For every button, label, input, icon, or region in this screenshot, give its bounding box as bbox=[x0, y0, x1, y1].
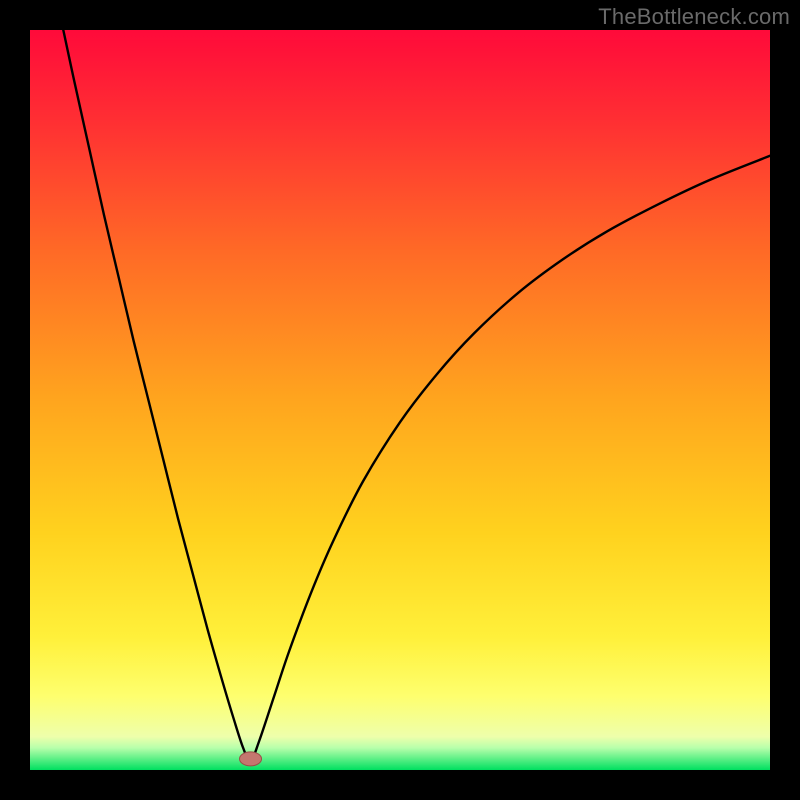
watermark-text: TheBottleneck.com bbox=[598, 4, 790, 30]
bottleneck-chart bbox=[0, 0, 800, 800]
plot-gradient bbox=[30, 30, 770, 770]
chart-frame: { "watermark": "TheBottleneck.com", "col… bbox=[0, 0, 800, 800]
minimum-marker bbox=[240, 752, 262, 766]
